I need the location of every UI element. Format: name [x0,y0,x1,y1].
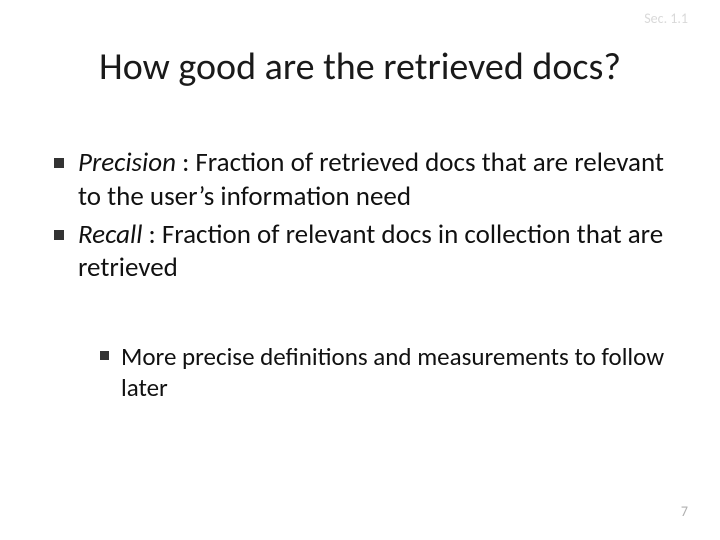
bullet-term: Recall [78,218,142,251]
sub-bullet-text: More precise definitions and measurement… [121,341,672,404]
slide-title: How good are the retrieved docs? [0,44,720,90]
slide-body: Precision : Fraction of retrieved docs t… [54,146,672,404]
bullet-item: Precision : Fraction of retrieved docs t… [54,146,672,214]
section-label: Sec. 1.1 [644,10,688,27]
bullet-definition: : Fraction of relevant docs in collectio… [78,218,663,285]
bullet-marker-icon [100,351,109,360]
bullet-item: Recall : Fraction of relevant docs in co… [54,218,672,286]
bullet-term: Precision [78,146,176,179]
bullet-marker-icon [54,230,64,240]
page-number: 7 [681,503,688,520]
bullet-text: Precision : Fraction of retrieved docs t… [78,146,672,214]
sub-bullet-list: More precise definitions and measurement… [100,341,672,404]
bullet-marker-icon [54,158,64,168]
bullet-text: Recall : Fraction of relevant docs in co… [78,218,672,286]
sub-bullet-item: More precise definitions and measurement… [100,341,672,404]
